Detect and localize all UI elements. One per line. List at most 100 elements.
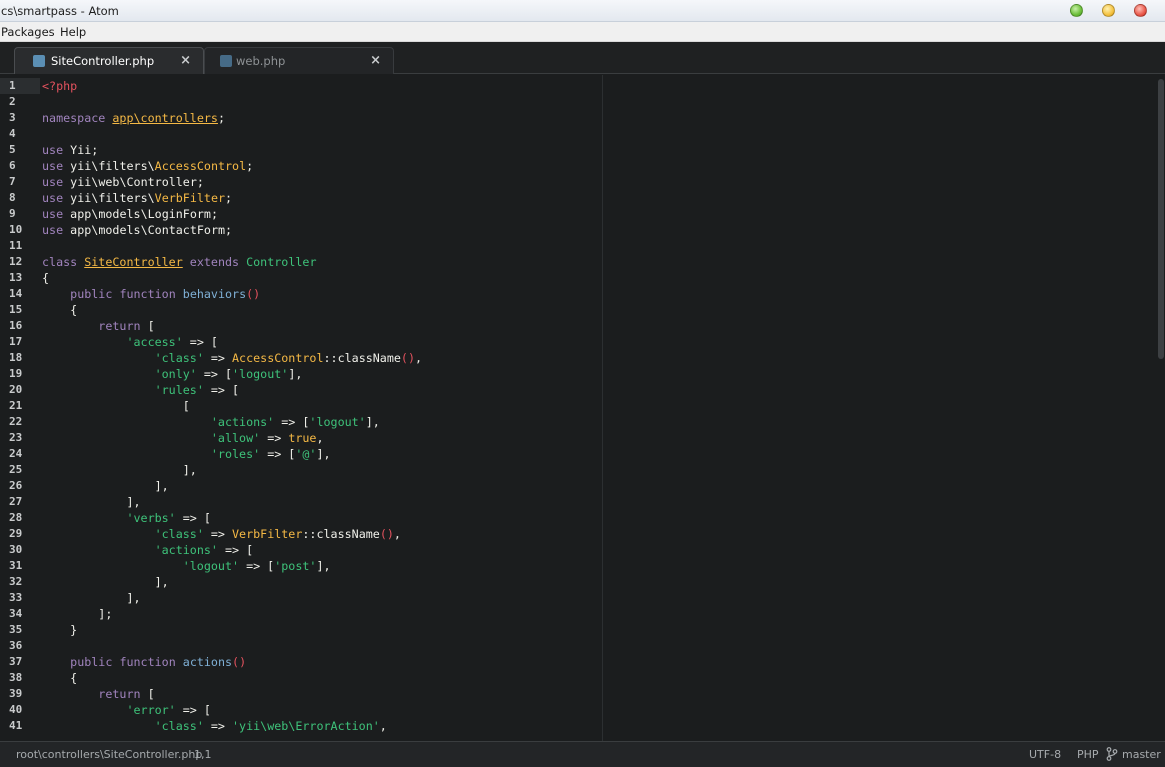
line-number: 1 <box>9 79 16 92</box>
line-number: 20 <box>9 383 23 396</box>
code-line[interactable]: 'allow' => true, <box>42 430 324 446</box>
close-window-button[interactable] <box>1134 4 1147 17</box>
line-number: 8 <box>9 191 16 204</box>
code-line[interactable]: ], <box>42 478 169 494</box>
line-number: 18 <box>9 351 23 364</box>
line-number: 6 <box>9 159 16 172</box>
line-number: 41 <box>9 719 23 732</box>
line-number: 13 <box>9 271 23 284</box>
tab-bar: SiteController.php × web.php × <box>0 42 1165 74</box>
code-line[interactable]: } <box>42 622 77 638</box>
menu-help[interactable]: Help <box>60 25 86 39</box>
maximize-button[interactable] <box>1102 4 1115 17</box>
code-line[interactable]: 'class' => 'yii\web\ErrorAction', <box>42 718 387 734</box>
minimize-button[interactable] <box>1070 4 1083 17</box>
tab-web[interactable]: web.php × <box>204 47 394 74</box>
status-bar: root\controllers\SiteController.php 1,1 … <box>0 741 1165 767</box>
grammar[interactable]: PHP <box>1077 748 1099 761</box>
code-line[interactable]: <?php <box>42 78 77 94</box>
code-line[interactable]: 'class' => AccessControl::className(), <box>42 350 422 366</box>
line-number: 25 <box>9 463 23 476</box>
code-line[interactable]: 'roles' => ['@'], <box>42 446 331 462</box>
code-line[interactable]: 'verbs' => [ <box>42 510 210 526</box>
vertical-scrollbar[interactable] <box>1157 75 1165 741</box>
php-file-icon <box>33 55 45 67</box>
line-number: 34 <box>9 607 23 620</box>
code-line[interactable]: { <box>42 270 49 286</box>
code-line[interactable]: 'only' => ['logout'], <box>42 366 303 382</box>
code-line[interactable]: { <box>42 302 77 318</box>
line-number: 35 <box>9 623 23 636</box>
code-line[interactable]: use yii\filters\VerbFilter; <box>42 190 232 206</box>
git-branch-icon <box>1106 747 1118 761</box>
code-line[interactable]: use app\models\LoginForm; <box>42 206 218 222</box>
line-number: 21 <box>9 399 23 412</box>
line-number-gutter: 1 2 3 4 5 6 7 8 9 10 11 12 13 14 15 16 17 18 19 20 21 22 23 24 2… <box>0 75 40 741</box>
line-number: 17 <box>9 335 23 348</box>
code-line[interactable]: public function behaviors() <box>42 286 260 302</box>
code-line[interactable]: 'rules' => [ <box>42 382 239 398</box>
line-number: 31 <box>9 559 23 572</box>
code-line[interactable]: 'actions' => [ <box>42 542 254 558</box>
close-icon[interactable]: × <box>180 53 191 68</box>
line-number: 10 <box>9 223 23 236</box>
code-line[interactable]: ], <box>42 574 169 590</box>
code-line[interactable]: use Yii; <box>42 142 98 158</box>
line-number: 16 <box>9 319 23 332</box>
code-line[interactable]: ]; <box>42 606 112 622</box>
line-number: 39 <box>9 687 23 700</box>
code-line[interactable]: 'error' => [ <box>42 702 210 718</box>
line-number: 38 <box>9 671 23 684</box>
window-title: cs\smartpass - Atom <box>1 4 119 18</box>
line-number: 37 <box>9 655 23 668</box>
code-editor[interactable]: 1 2 3 4 5 6 7 8 9 10 11 12 13 14 15 16 17 18 19 20 21 22 23 24 2… <box>0 75 1165 741</box>
tab-sitecontroller[interactable]: SiteController.php × <box>14 47 204 74</box>
encoding[interactable]: UTF-8 <box>1029 748 1061 761</box>
code-line[interactable]: 'access' => [ <box>42 334 217 350</box>
line-number: 26 <box>9 479 23 492</box>
menu-bar: Packages Help <box>0 22 1165 42</box>
code-line[interactable]: use yii\filters\AccessControl; <box>42 158 253 174</box>
line-number: 11 <box>9 239 23 252</box>
line-number: 27 <box>9 495 23 508</box>
tab-label: SiteController.php <box>51 54 155 68</box>
scroll-thumb[interactable] <box>1158 79 1164 359</box>
code-line[interactable]: return [ <box>42 318 154 334</box>
code-line[interactable]: { <box>42 670 77 686</box>
file-path[interactable]: root\controllers\SiteController.php <box>16 748 202 761</box>
code-line[interactable]: class SiteController extends Controller <box>42 254 316 270</box>
code-line[interactable]: ], <box>42 494 140 510</box>
line-number: 14 <box>9 287 23 300</box>
code-line[interactable]: ], <box>42 590 140 606</box>
line-number: 15 <box>9 303 23 316</box>
title-bar: cs\smartpass - Atom <box>0 0 1165 22</box>
line-number: 5 <box>9 143 16 156</box>
code-area[interactable]: <?php namespace app\controllers; use Yii; u… <box>42 75 1142 741</box>
line-number: 22 <box>9 415 23 428</box>
line-number: 9 <box>9 207 16 220</box>
git-branch[interactable]: master <box>1122 748 1161 761</box>
code-line[interactable]: use yii\web\Controller; <box>42 174 204 190</box>
code-line[interactable]: return [ <box>42 686 154 702</box>
line-number: 36 <box>9 639 23 652</box>
code-line[interactable]: 'actions' => ['logout'], <box>42 414 380 430</box>
code-line[interactable]: [ <box>42 398 190 414</box>
line-number: 33 <box>9 591 23 604</box>
close-icon[interactable]: × <box>370 53 381 68</box>
code-line[interactable]: use app\models\ContactForm; <box>42 222 232 238</box>
line-number: 30 <box>9 543 23 556</box>
line-number: 23 <box>9 431 23 444</box>
code-line[interactable]: 'logout' => ['post'], <box>42 558 331 574</box>
line-number: 2 <box>9 95 16 108</box>
line-number: 4 <box>9 127 16 140</box>
code-line[interactable]: namespace app\controllers; <box>42 110 225 126</box>
menu-packages[interactable]: Packages <box>1 25 55 39</box>
line-number: 32 <box>9 575 23 588</box>
tab-label: web.php <box>236 54 286 68</box>
line-number: 28 <box>9 511 23 524</box>
cursor-position[interactable]: 1,1 <box>194 748 212 761</box>
code-line[interactable]: 'class' => VerbFilter::className(), <box>42 526 401 542</box>
line-number: 24 <box>9 447 23 460</box>
code-line[interactable]: public function actions() <box>42 654 246 670</box>
code-line[interactable]: ], <box>42 462 197 478</box>
